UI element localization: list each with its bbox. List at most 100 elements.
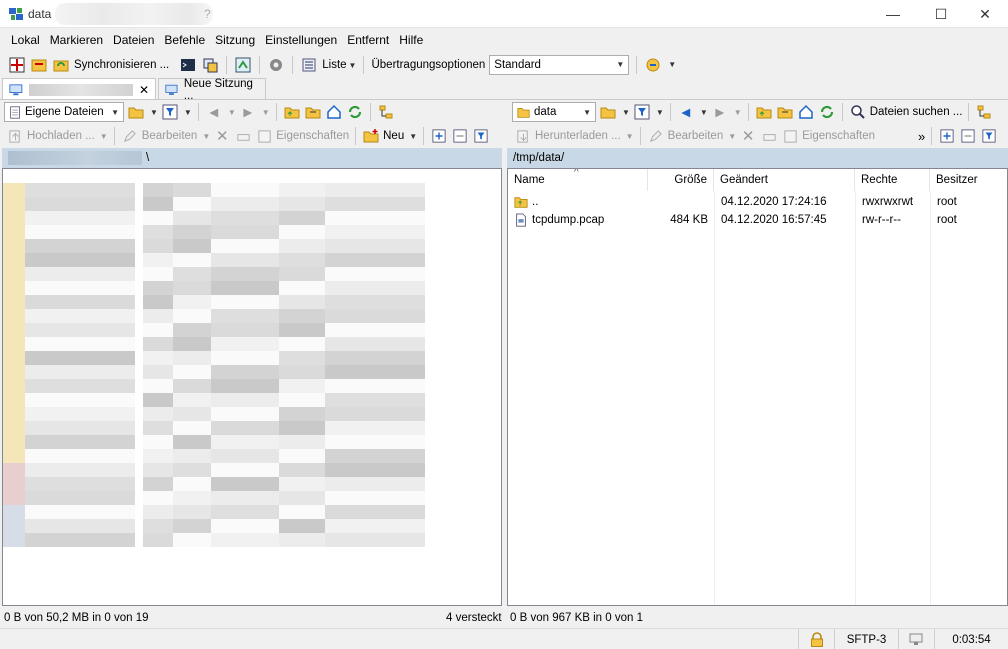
chevron-down-icon[interactable]: ▼	[228, 108, 236, 117]
delete-icon[interactable]: ✕	[213, 127, 231, 145]
chevron-down-icon[interactable]: ▼	[668, 60, 676, 69]
chevron-down-icon[interactable]: ▼	[409, 132, 417, 141]
properties-icon[interactable]	[781, 127, 799, 145]
menu-markieren[interactable]: Markieren	[45, 33, 108, 47]
menu-lokal[interactable]: Lokal	[6, 33, 45, 47]
right-location-select[interactable]: data ▼	[512, 102, 596, 122]
root-directory-icon[interactable]	[776, 103, 794, 121]
forward-arrow-icon[interactable]: ▶	[239, 103, 257, 121]
synchronize-icon[interactable]	[52, 56, 70, 74]
column-header-rights[interactable]: Rechte	[855, 169, 930, 191]
parent-directory-icon[interactable]	[283, 103, 301, 121]
filter-icon[interactable]	[633, 103, 651, 121]
table-row[interactable]: tcpdump.pcap 484 KB 04.12.2020 16:57:45 …	[508, 211, 1007, 229]
chevron-down-icon[interactable]: ▼	[700, 108, 708, 117]
queue-icon[interactable]	[30, 56, 48, 74]
properties-button[interactable]: Eigenschaften	[802, 130, 875, 142]
table-row[interactable]: .. 04.12.2020 17:24:16 rwxrwxrwt root	[508, 193, 1007, 211]
chevron-down-icon[interactable]: ▼	[622, 108, 630, 117]
transfer-options-select[interactable]: Standard ▼	[489, 54, 630, 75]
filter-icon[interactable]	[161, 103, 179, 121]
upload-icon[interactable]	[6, 127, 24, 145]
back-arrow-icon[interactable]: ◀	[677, 103, 695, 121]
column-header-size[interactable]: Größe	[648, 169, 714, 191]
add-directory-icon[interactable]	[8, 56, 26, 74]
maximize-button[interactable]: ☐	[918, 0, 964, 28]
protocol-indicator[interactable]: SFTP-3	[834, 629, 898, 649]
tree-view-icon[interactable]	[975, 103, 993, 121]
chevron-down-icon[interactable]: ▼	[100, 132, 108, 141]
back-arrow-icon[interactable]: ◀	[205, 103, 223, 121]
tab-new-session[interactable]: Neue Sitzung ...	[158, 78, 266, 102]
find-files-icon[interactable]	[849, 103, 867, 121]
column-header-owner[interactable]: Besitzer	[930, 169, 1007, 191]
download-icon[interactable]	[514, 127, 532, 145]
delete-icon[interactable]: ✕	[739, 127, 757, 145]
root-directory-icon[interactable]	[304, 103, 322, 121]
tree-view-icon[interactable]	[377, 103, 395, 121]
toolbar-overflow-button[interactable]: »	[918, 129, 925, 144]
close-session-icon[interactable]: ✕	[139, 83, 149, 97]
edit-button[interactable]: Bearbeiten	[142, 130, 198, 142]
preferences-gear-icon[interactable]	[267, 56, 285, 74]
minimize-button[interactable]: —	[870, 0, 916, 28]
encryption-lock-icon[interactable]	[798, 629, 834, 649]
properties-button[interactable]: Eigenschaften	[276, 130, 349, 142]
edit-icon[interactable]	[647, 127, 665, 145]
menu-befehle[interactable]: Befehle	[159, 33, 210, 47]
tab-current-session[interactable]: ✕	[2, 78, 156, 100]
home-icon[interactable]	[325, 103, 343, 121]
chevron-down-icon[interactable]: ▼	[150, 108, 158, 117]
select-all-icon[interactable]	[430, 127, 448, 145]
synchronize-button[interactable]: Synchronisieren ...	[74, 59, 169, 71]
open-folder-icon[interactable]	[599, 103, 617, 121]
refresh-icon[interactable]	[346, 103, 364, 121]
menu-einstellungen[interactable]: Einstellungen	[260, 33, 342, 47]
deselect-icon[interactable]	[959, 127, 977, 145]
terminal-icon[interactable]	[179, 56, 197, 74]
right-path-bar[interactable]: /tmp/data/	[507, 148, 1008, 168]
upload-button[interactable]: Hochladen ...	[27, 130, 95, 142]
menu-sitzung[interactable]: Sitzung	[210, 33, 260, 47]
chevron-down-icon[interactable]: ▼	[626, 132, 634, 141]
edit-button[interactable]: Bearbeiten	[668, 130, 724, 142]
view-list-icon[interactable]	[300, 56, 318, 74]
close-button[interactable]: ✕	[962, 0, 1008, 28]
forward-arrow-icon[interactable]: ▶	[711, 103, 729, 121]
filter-select-icon[interactable]	[472, 127, 490, 145]
deselect-icon[interactable]	[451, 127, 469, 145]
find-files-button[interactable]: Dateien suchen ...	[870, 106, 963, 118]
menu-entfernt[interactable]: Entfernt	[342, 33, 394, 47]
menu-dateien[interactable]: Dateien	[108, 33, 159, 47]
new-button[interactable]: Neu	[383, 130, 404, 142]
open-folder-icon[interactable]	[127, 103, 145, 121]
parent-directory-icon[interactable]	[755, 103, 773, 121]
compression-icon[interactable]	[898, 629, 934, 649]
chevron-down-icon[interactable]: ▼	[734, 108, 742, 117]
chevron-down-icon[interactable]: ▼	[656, 108, 664, 117]
remote-file-panel[interactable]: Name ^ Größe Geändert Rechte Besitzer ..…	[507, 168, 1008, 606]
menu-hilfe[interactable]: Hilfe	[394, 33, 428, 47]
transfer-settings-icon[interactable]	[644, 56, 662, 74]
putty-icon[interactable]	[234, 56, 252, 74]
download-button[interactable]: Herunterladen ...	[535, 130, 621, 142]
left-location-select[interactable]: Eigene Dateien ▼	[4, 102, 124, 122]
view-mode-button[interactable]: Liste ▼	[322, 59, 356, 71]
select-all-icon[interactable]	[938, 127, 956, 145]
edit-icon[interactable]	[121, 127, 139, 145]
new-folder-icon[interactable]	[362, 127, 380, 145]
properties-icon[interactable]	[255, 127, 273, 145]
chevron-down-icon[interactable]: ▼	[728, 132, 736, 141]
chevron-down-icon[interactable]: ▼	[262, 108, 270, 117]
filter-select-icon[interactable]	[980, 127, 998, 145]
chevron-down-icon[interactable]: ▼	[184, 108, 192, 117]
home-icon[interactable]	[797, 103, 815, 121]
local-file-panel[interactable]	[2, 168, 502, 606]
left-path-bar[interactable]: \	[2, 148, 502, 168]
copy-session-icon[interactable]	[201, 56, 219, 74]
chevron-down-icon[interactable]: ▼	[202, 132, 210, 141]
refresh-icon[interactable]	[818, 103, 836, 121]
rename-icon[interactable]	[234, 127, 252, 145]
column-header-modified[interactable]: Geändert	[714, 169, 855, 191]
rename-icon[interactable]	[760, 127, 778, 145]
